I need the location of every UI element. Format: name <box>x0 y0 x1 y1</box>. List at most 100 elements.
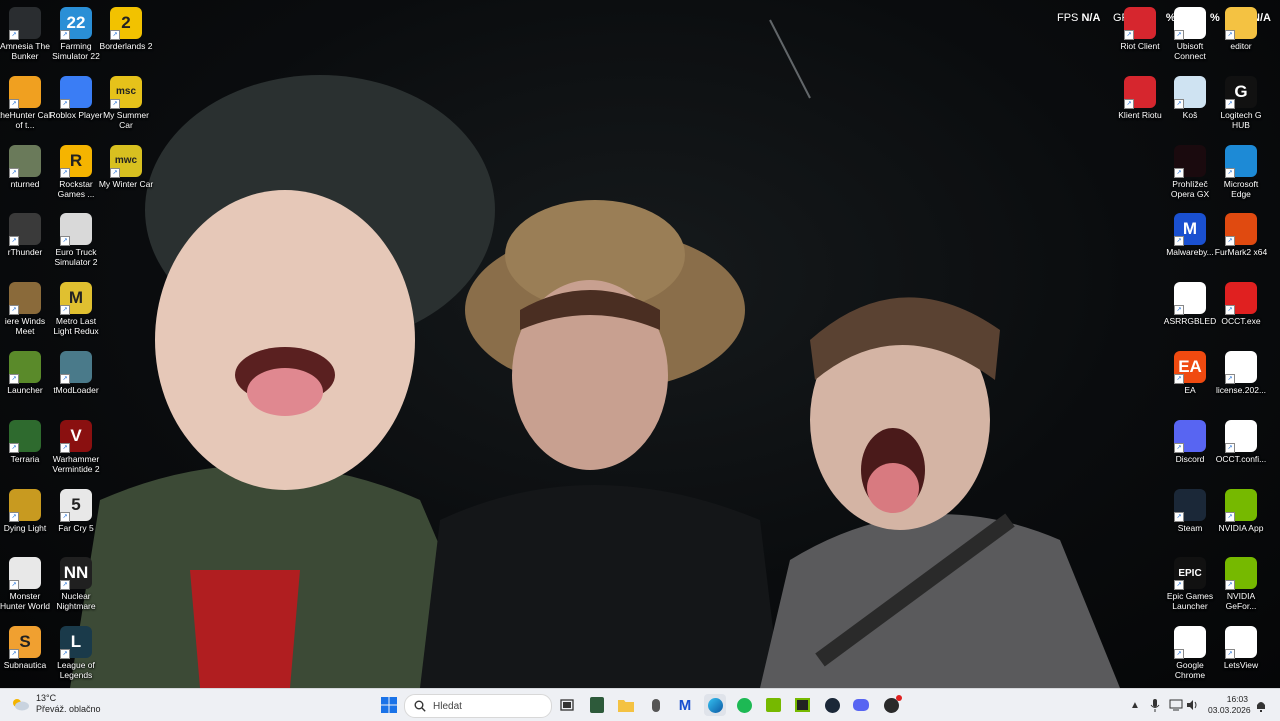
shortcut-arrow-icon: ↗ <box>60 167 70 178</box>
desktop-icon-label: FurMark2 x64 <box>1214 247 1268 258</box>
desktop-icon-right-20[interactable]: ↗ Google Chrome <box>1162 623 1218 689</box>
shortcut-arrow-icon: ↗ <box>1174 442 1184 453</box>
obs-icon <box>883 694 902 713</box>
shortcut-arrow-icon: ↗ <box>1225 167 1235 178</box>
task-view-button[interactable] <box>556 694 578 716</box>
network-icon[interactable] <box>1169 699 1183 711</box>
desktop-icon-right-10[interactable]: ↗ ASRRGBLED <box>1162 279 1218 345</box>
shortcut-arrow-icon: ↗ <box>9 167 19 178</box>
desktop-icon-right-14[interactable]: ↗ Discord <box>1162 417 1218 483</box>
desktop-icon-left-19[interactable]: ↗ Monster Hunter World <box>0 554 53 620</box>
weather-widget[interactable]: 13°C Převáž. oblačno <box>10 693 101 715</box>
desktop-icon-label: NVIDIA GeFor... <box>1225 591 1257 612</box>
desktop-icon-label: LetsView <box>1223 660 1259 671</box>
desktop-icon-left-18[interactable]: 5 ↗ Far Cry 5 <box>48 486 104 552</box>
desktop-icon-right-1[interactable]: ↗ Ubisoft Connect <box>1162 4 1218 70</box>
desktop-icon-right-2[interactable]: ↗ editor <box>1213 4 1269 70</box>
desktop-icon-right-9[interactable]: ↗ FurMark2 x64 <box>1213 210 1269 276</box>
weather-desc: Převáž. oblačno <box>36 704 101 714</box>
desktop-icon-right-6[interactable]: ↗ Prohlížeč Opera GX <box>1162 142 1218 208</box>
taskbar-obs[interactable] <box>880 694 902 716</box>
desktop-icon-left-2[interactable]: 2 ↗ Borderlands 2 <box>98 4 154 70</box>
desktop-icon-right-17[interactable]: ↗ NVIDIA App <box>1213 486 1269 552</box>
desktop-icon-right-4[interactable]: ↗ Koš <box>1162 73 1218 139</box>
desktop-icon-right-0[interactable]: ↗ Riot Client <box>1112 4 1168 70</box>
taskbar-mouse-app[interactable] <box>645 694 667 716</box>
taskbar-malwarebytes[interactable]: M <box>674 694 696 716</box>
volume-icon[interactable] <box>1186 699 1198 711</box>
desktop-icon-label: Dying Light <box>3 522 47 533</box>
desktop-icon-right-16[interactable]: ↗ Steam <box>1162 486 1218 552</box>
discord-icon <box>853 699 869 711</box>
desktop-icon-left-11[interactable]: ↗ iere Winds Meet <box>0 279 53 345</box>
desktop-icon-left-20[interactable]: NN ↗ Nuclear Nightmare <box>48 554 104 620</box>
shortcut-arrow-icon: ↗ <box>1225 511 1235 522</box>
system-tray: ▲ <box>1130 689 1206 721</box>
windows-start-icon <box>381 697 397 713</box>
taskbar-app-1[interactable] <box>586 694 608 716</box>
microphone-icon[interactable] <box>1150 698 1160 712</box>
desktop-icon-right-21[interactable]: ↗ LetsView <box>1213 623 1269 689</box>
desktop-icon-right-12[interactable]: EA ↗ EA <box>1162 348 1218 414</box>
desktop-icon-left-7[interactable]: R ↗ Rockstar Games ... <box>48 142 104 208</box>
desktop-icon-left-5[interactable]: msc ↗ My Summer Car <box>98 73 154 139</box>
search-placeholder: Hledat <box>433 700 462 712</box>
taskbar-steam[interactable] <box>821 694 843 716</box>
desktop-icon-left-1[interactable]: 22 ↗ Farming Simulator 22 <box>48 4 104 70</box>
desktop-icon-label: Logitech G HUB <box>1220 109 1262 130</box>
desktop-icon-left-3[interactable]: ↗ theHunter Call of t... <box>0 73 53 139</box>
desktop-icon-left-10[interactable]: ↗ Euro Truck Simulator 2 <box>48 210 104 276</box>
taskbar-edge[interactable] <box>704 694 726 716</box>
desktop-icon-left-15[interactable]: ↗ Terraria <box>0 417 53 483</box>
desktop-icon-left-14[interactable]: ↗ tModLoader <box>48 348 104 414</box>
desktop-icon-right-8[interactable]: M ↗ Malwareby... <box>1162 210 1218 276</box>
shortcut-arrow-icon: ↗ <box>60 305 70 316</box>
desktop-icon-right-18[interactable]: EPIC ↗ Epic Games Launcher <box>1162 554 1218 620</box>
desktop-icon-right-13[interactable]: ↗ license.202... <box>1213 348 1269 414</box>
desktop-icon-right-15[interactable]: ↗ OCCT.confi... <box>1213 417 1269 483</box>
shortcut-arrow-icon: ↗ <box>1225 98 1235 109</box>
start-button[interactable] <box>378 694 400 716</box>
taskbar-nvidia[interactable] <box>762 694 784 716</box>
desktop-icon-right-3[interactable]: ↗ Klient Riotu <box>1112 73 1168 139</box>
desktop-icon-label: My Summer Car <box>103 109 149 130</box>
shortcut-arrow-icon: ↗ <box>110 30 120 40</box>
desktop-icon-left-4[interactable]: ↗ Roblox Player <box>48 73 104 139</box>
desktop-icon-left-16[interactable]: V ↗ Warhammer Vermintide 2 <box>48 417 104 483</box>
taskbar-search[interactable]: Hledat <box>404 694 552 718</box>
icon-glyph: mwc <box>114 155 138 167</box>
desktop-icon-left-8[interactable]: mwc ↗ My Winter Car <box>98 142 154 208</box>
shortcut-arrow-icon: ↗ <box>9 30 19 40</box>
taskbar-file-explorer[interactable] <box>615 694 637 716</box>
taskbar-nvidia-overlay[interactable] <box>791 694 813 716</box>
desktop-icon-left-13[interactable]: ↗ Launcher <box>0 348 53 414</box>
taskbar-discord[interactable] <box>850 694 872 716</box>
clock-time: 16:03 <box>1226 694 1248 704</box>
desktop-icon-left-12[interactable]: M ↗ Metro Last Light Redux <box>48 279 104 345</box>
desktop-icon-left-21[interactable]: S ↗ Subnautica <box>0 623 53 689</box>
desktop-icon-left-22[interactable]: L ↗ League of Legends <box>48 623 104 689</box>
desktop-icon-right-11[interactable]: ↗ OCCT.exe <box>1213 279 1269 345</box>
desktop-icon-right-5[interactable]: G ↗ Logitech G HUB <box>1213 73 1269 139</box>
tray-overflow-chevron-icon[interactable]: ▲ <box>1130 700 1140 711</box>
desktop-icon-left-0[interactable]: ↗ Amnesia The Bunker <box>0 4 53 70</box>
desktop-icon-left-17[interactable]: ↗ Dying Light <box>0 486 53 552</box>
desktop-icon-left-9[interactable]: ↗ rThunder <box>0 210 53 276</box>
desktop-icon-right-19[interactable]: ↗ NVIDIA GeFor... <box>1213 554 1269 620</box>
desktop-icon-label: Nuclear Nightmare <box>56 591 96 612</box>
desktop-icon-label: Terraria <box>10 453 40 464</box>
desktop-icon-left-6[interactable]: ↗ nturned <box>0 142 53 208</box>
shortcut-arrow-icon: ↗ <box>1174 236 1184 247</box>
desktop-icon-label: Warhammer Vermintide 2 <box>52 453 100 474</box>
clock[interactable]: 16:03 03.03.2026 <box>1208 694 1251 716</box>
shortcut-arrow-icon: ↗ <box>1174 580 1184 591</box>
clock-date: 03.03.2026 <box>1208 705 1251 715</box>
taskbar-spotify[interactable] <box>733 694 755 716</box>
steam-icon <box>824 697 840 713</box>
desktop-icon-label: Amnesia The Bunker <box>0 41 50 61</box>
desktop-icon-label: Riot Client <box>1120 41 1160 51</box>
desktop-icon-label: My Winter Car <box>98 178 154 189</box>
desktop-icon-right-7[interactable]: ↗ Microsoft Edge <box>1213 142 1269 208</box>
notification-bell-icon[interactable] <box>1256 699 1266 712</box>
shortcut-arrow-icon: ↗ <box>60 98 70 109</box>
